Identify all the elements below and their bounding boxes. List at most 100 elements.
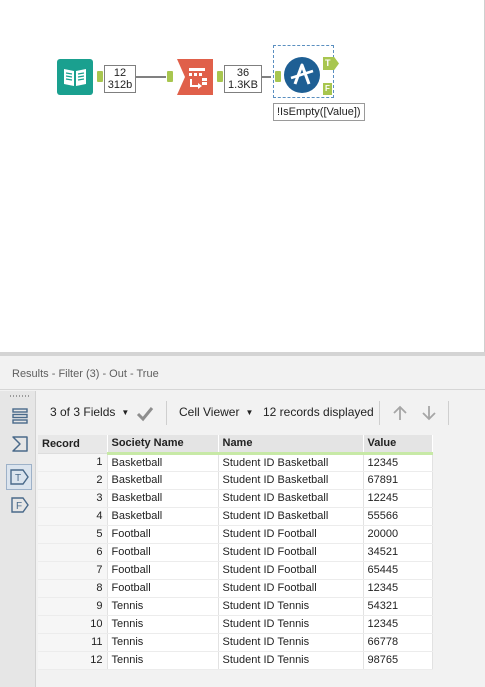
filter-tool[interactable]: [283, 56, 321, 94]
name-cell[interactable]: Student ID Tennis: [218, 597, 364, 616]
cell-viewer-label: Cell Viewer: [179, 405, 240, 419]
society-name-cell[interactable]: Football: [107, 525, 219, 544]
true-anchor-button[interactable]: T: [6, 464, 32, 490]
record-cell[interactable]: 1: [38, 453, 108, 472]
summary-button[interactable]: [10, 434, 30, 454]
apply-check-button[interactable]: [136, 404, 154, 422]
name-cell[interactable]: Student ID Football: [218, 525, 364, 544]
name-cell[interactable]: Student ID Football: [218, 561, 364, 580]
transpose-input-anchor[interactable]: [167, 71, 173, 82]
results-title: Results - Filter (3) - Out - True: [12, 368, 159, 380]
society-name-cell[interactable]: Tennis: [107, 597, 219, 616]
table-row[interactable]: 9 Tennis Student ID Tennis 54321: [38, 597, 433, 616]
table-row[interactable]: 4 Basketball Student ID Basketball 55566: [38, 507, 433, 526]
table-row[interactable]: 11 Tennis Student ID Tennis 66778: [38, 633, 433, 652]
society-name-cell[interactable]: Basketball: [107, 471, 219, 490]
table-row[interactable]: 10 Tennis Student ID Tennis 12345: [38, 615, 433, 634]
transpose-icon: [177, 59, 213, 95]
name-cell[interactable]: Student ID Basketball: [218, 453, 364, 472]
name-cell[interactable]: Student ID Football: [218, 579, 364, 598]
value-cell[interactable]: 66778: [363, 633, 433, 652]
society-name-cell[interactable]: Tennis: [107, 615, 219, 634]
input-output-anchor[interactable]: [97, 71, 103, 82]
society-name-cell[interactable]: Football: [107, 561, 219, 580]
connection-2-count: 36 1.3KB: [224, 65, 262, 93]
transpose-output-anchor[interactable]: [217, 71, 223, 82]
society-name-cell[interactable]: Tennis: [107, 633, 219, 652]
table-row[interactable]: 1 Basketball Student ID Basketball 12345: [38, 453, 433, 472]
name-cell[interactable]: Student ID Tennis: [218, 651, 364, 670]
column-header-value[interactable]: Value: [363, 435, 433, 455]
false-anchor-button[interactable]: F: [10, 495, 30, 515]
society-name-cell[interactable]: Basketball: [107, 507, 219, 526]
society-name-cell[interactable]: Football: [107, 579, 219, 598]
toolbar-separator: [166, 401, 167, 425]
name-cell[interactable]: Student ID Tennis: [218, 615, 364, 634]
society-name-cell[interactable]: Basketball: [107, 489, 219, 508]
cell-viewer-dropdown[interactable]: Cell Viewer ▼: [179, 405, 253, 419]
value-cell[interactable]: 98765: [363, 651, 433, 670]
value-cell[interactable]: 12345: [363, 615, 433, 634]
records-list-button[interactable]: [10, 406, 30, 426]
up-arrow-icon: [393, 405, 407, 420]
scroll-up-button[interactable]: [391, 404, 409, 422]
filter-true-anchor[interactable]: T: [323, 57, 339, 70]
society-name-cell[interactable]: Basketball: [107, 453, 219, 472]
record-cell[interactable]: 2: [38, 471, 108, 490]
value-cell[interactable]: 55566: [363, 507, 433, 526]
input-data-tool[interactable]: [57, 59, 93, 95]
value-cell[interactable]: 12345: [363, 453, 433, 472]
name-cell[interactable]: Student ID Basketball: [218, 489, 364, 508]
table-row[interactable]: 7 Football Student ID Football 65445: [38, 561, 433, 580]
table-row[interactable]: 8 Football Student ID Football 12345: [38, 579, 433, 598]
check-icon: [136, 407, 154, 422]
society-name-cell[interactable]: Tennis: [107, 651, 219, 670]
table-body: 1 Basketball Student ID Basketball 12345 2 Ba…: [38, 453, 433, 670]
column-header-record[interactable]: Record: [38, 435, 108, 454]
scroll-down-button[interactable]: [420, 404, 438, 422]
value-cell[interactable]: 65445: [363, 561, 433, 580]
filter-annotation-text: !IsEmpty([Value]): [277, 106, 361, 118]
society-name-cell[interactable]: Football: [107, 543, 219, 562]
record-cell[interactable]: 8: [38, 579, 108, 598]
record-cell[interactable]: 7: [38, 561, 108, 580]
results-toolbar: 3 of 3 Fields ▼ Cell Viewer ▼ 12 records d…: [36, 391, 485, 435]
value-cell[interactable]: 12245: [363, 489, 433, 508]
value-cell[interactable]: 67891: [363, 471, 433, 490]
results-side-rail: T F: [0, 391, 36, 687]
value-cell[interactable]: 20000: [363, 525, 433, 544]
name-cell[interactable]: Student ID Football: [218, 543, 364, 562]
value-cell[interactable]: 12345: [363, 579, 433, 598]
column-header-society-name[interactable]: Society Name: [107, 435, 219, 455]
workflow-canvas[interactable]: 12 312b 36 1.3KB T F !IsEmpty([Value]): [0, 0, 485, 352]
transpose-tool[interactable]: [177, 59, 213, 95]
name-cell[interactable]: Student ID Tennis: [218, 633, 364, 652]
results-header: Results - Filter (3) - Out - True: [0, 356, 485, 390]
name-cell[interactable]: Student ID Basketball: [218, 507, 364, 526]
column-header-name[interactable]: Name: [218, 435, 364, 455]
name-cell[interactable]: Student ID Basketball: [218, 471, 364, 490]
fields-dropdown[interactable]: 3 of 3 Fields ▼: [50, 405, 129, 419]
record-cell[interactable]: 6: [38, 543, 108, 562]
record-cell[interactable]: 5: [38, 525, 108, 544]
connection-2-line[interactable]: [262, 76, 271, 78]
record-cell[interactable]: 3: [38, 489, 108, 508]
table-row[interactable]: 3 Basketball Student ID Basketball 12245: [38, 489, 433, 508]
record-cell[interactable]: 9: [38, 597, 108, 616]
table-row[interactable]: 12 Tennis Student ID Tennis 98765: [38, 651, 433, 670]
record-cell[interactable]: 11: [38, 633, 108, 652]
record-cell[interactable]: 10: [38, 615, 108, 634]
connection-1-line[interactable]: [136, 76, 166, 78]
results-table-container: Record Society Name Name Value 1 Basketba…: [38, 435, 433, 670]
filter-false-anchor[interactable]: F: [323, 83, 332, 95]
filter-annotation[interactable]: !IsEmpty([Value]): [273, 103, 365, 121]
record-cell[interactable]: 4: [38, 507, 108, 526]
value-cell[interactable]: 54321: [363, 597, 433, 616]
table-row[interactable]: 5 Football Student ID Football 20000: [38, 525, 433, 544]
filter-true-anchor-label: T: [325, 58, 331, 68]
table-row[interactable]: 6 Football Student ID Football 34521: [38, 543, 433, 562]
record-cell[interactable]: 12: [38, 651, 108, 670]
filter-input-anchor[interactable]: [275, 71, 281, 82]
value-cell[interactable]: 34521: [363, 543, 433, 562]
table-row[interactable]: 2 Basketball Student ID Basketball 67891: [38, 471, 433, 490]
